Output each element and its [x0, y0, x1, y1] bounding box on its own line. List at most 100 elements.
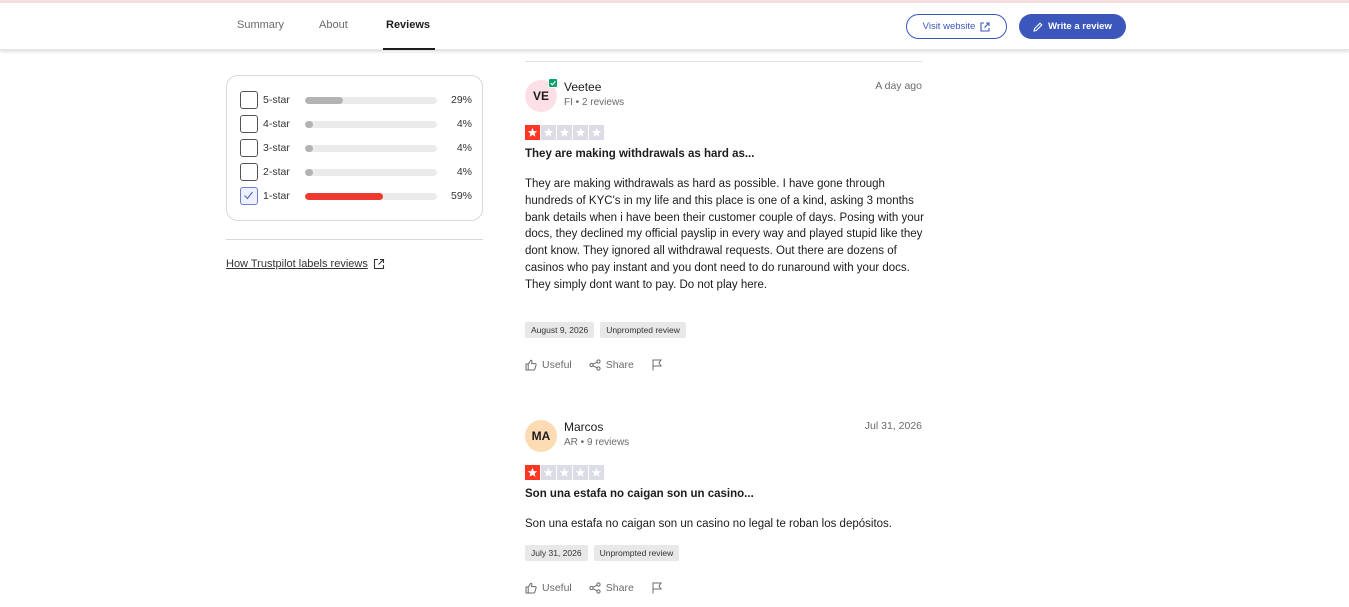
checkbox-3-star[interactable] [240, 139, 258, 157]
star-icon [573, 125, 588, 140]
filter-row-1-star[interactable]: 1-star 59% [240, 187, 472, 205]
unprompted-badge: Unprompted review [593, 545, 680, 561]
checkbox-4-star[interactable] [240, 115, 258, 133]
rating-bar [305, 121, 437, 128]
experience-date-badge: July 31, 2026 [525, 545, 588, 561]
avatar[interactable]: VE [525, 78, 558, 112]
star-icon [589, 125, 604, 140]
experience-date-badge: August 9, 2026 [525, 322, 595, 338]
unprompted-badge: Unprompted review [600, 322, 686, 338]
review-actions: Useful Share [525, 359, 680, 371]
filter-percent: 4% [456, 118, 472, 130]
reviewer-name[interactable]: Veetee [564, 80, 601, 94]
checkbox-2-star[interactable] [240, 163, 258, 181]
divider [525, 61, 922, 62]
report-button[interactable] [651, 359, 663, 371]
rating-bar-fill [305, 121, 313, 128]
review-tags: August 9, 2026 Unprompted review [525, 322, 686, 338]
share-label: Share [605, 582, 634, 594]
review-title[interactable]: They are making withdrawals as hard as..… [525, 148, 754, 160]
external-link-icon [980, 21, 990, 32]
review-date: A day ago [875, 80, 922, 92]
share-icon [589, 582, 601, 594]
filter-label: 3-star [263, 142, 290, 154]
star-icon [557, 125, 572, 140]
rating-bar [305, 193, 437, 200]
reviewer-name[interactable]: Marcos [564, 420, 603, 434]
visit-website-label: Visit website [922, 21, 976, 32]
share-label: Share [605, 359, 634, 371]
rating-bar-fill [305, 169, 313, 176]
write-review-label: Write a review [1048, 21, 1112, 32]
thumbs-up-icon [525, 582, 537, 594]
tab-summary[interactable]: Summary [237, 3, 284, 50]
filter-label: 4-star [263, 118, 290, 130]
how-trustpilot-labels-link[interactable]: How Trustpilot labels reviews [226, 258, 385, 270]
filter-row-3-star[interactable]: 3-star 4% [240, 139, 472, 157]
pencil-icon [1033, 21, 1043, 32]
star-icon [573, 465, 588, 480]
external-link-icon [373, 258, 384, 270]
useful-button[interactable]: Useful [525, 582, 572, 594]
how-link-label: How Trustpilot labels reviews [226, 258, 368, 270]
reviewer-meta: FI • 2 reviews [564, 97, 625, 108]
filter-label: 2-star [263, 166, 290, 178]
rating-bar-fill [305, 145, 313, 152]
useful-label: Useful [542, 359, 572, 371]
reviewer-meta: AR • 9 reviews [564, 437, 630, 448]
rating-bar [305, 169, 437, 176]
tab-about[interactable]: About [319, 3, 348, 50]
flag-icon [652, 359, 662, 371]
flag-icon [652, 582, 662, 594]
filter-row-2-star[interactable]: 2-star 4% [240, 163, 472, 181]
review-actions: Useful Share [525, 582, 680, 594]
thumbs-up-icon [525, 359, 537, 371]
review-date: Jul 31, 2026 [864, 420, 922, 432]
tab-reviews[interactable]: Reviews [382, 3, 436, 50]
filter-percent: 4% [456, 142, 472, 154]
star-icon [589, 465, 604, 480]
rating-bar-fill [305, 97, 344, 104]
review-card: VE Veetee FI • 2 reviews A day ago They … [525, 78, 924, 380]
share-button[interactable]: Share [589, 582, 634, 594]
filter-label: 5-star [263, 94, 290, 106]
avatar-initials: VE [532, 89, 549, 103]
star-icon [525, 125, 540, 140]
review-card: MA Marcos AR • 9 reviews Jul 31, 2026 So… [525, 420, 922, 600]
avatar[interactable]: MA [525, 420, 557, 452]
visit-website-button[interactable]: Visit website [906, 14, 1007, 39]
share-icon [589, 359, 601, 371]
review-tags: July 31, 2026 Unprompted review [525, 545, 680, 561]
report-button[interactable] [651, 582, 663, 594]
star-icon [557, 465, 572, 480]
checkbox-5-star[interactable] [240, 91, 258, 109]
filter-label: 1-star [263, 190, 290, 202]
filter-percent: 29% [450, 94, 472, 106]
useful-label: Useful [542, 582, 572, 594]
useful-button[interactable]: Useful [525, 359, 572, 371]
filter-row-4-star[interactable]: 4-star 4% [240, 115, 472, 133]
star-rating [525, 465, 604, 480]
review-body: Son una estafa no caigan son un casino n… [525, 518, 892, 530]
rating-bar-fill [305, 193, 383, 200]
write-review-button[interactable]: Write a review [1019, 14, 1126, 39]
review-title[interactable]: Son una estafa no caigan son un casino..… [525, 488, 754, 500]
rating-bar [305, 145, 437, 152]
filter-percent: 59% [450, 190, 472, 202]
star-icon [541, 125, 556, 140]
filter-percent: 4% [456, 166, 472, 178]
filter-row-5-star[interactable]: 5-star 29% [240, 91, 472, 109]
divider [226, 239, 483, 240]
star-filter-panel: 5-star 29% 4-star 4% 3-star 4% 2-star 4%… [226, 75, 483, 221]
share-button[interactable]: Share [589, 359, 634, 371]
checkbox-1-star[interactable] [240, 187, 258, 205]
star-icon [541, 465, 556, 480]
star-icon [525, 465, 540, 480]
review-body: They are making withdrawals as hard as p… [525, 178, 924, 291]
avatar-initials: MA [531, 429, 551, 443]
verified-check-icon [548, 78, 558, 88]
header-nav: Summary About Reviews Visit website Writ… [0, 3, 1349, 50]
rating-bar [305, 97, 437, 104]
star-rating [525, 125, 604, 140]
checkmark-icon [244, 191, 253, 200]
